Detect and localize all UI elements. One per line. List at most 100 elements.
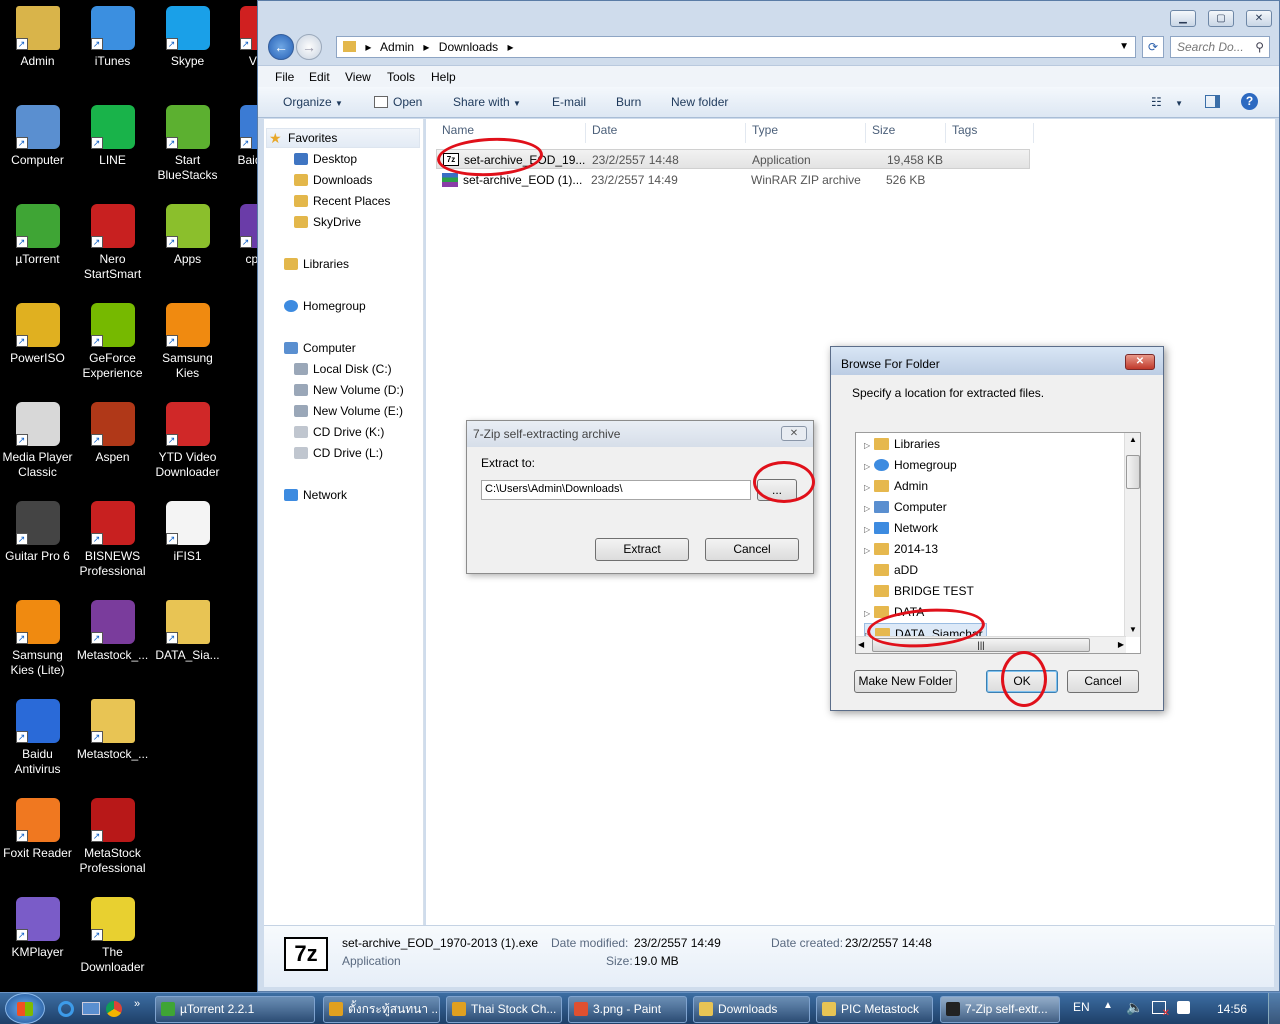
quicklaunch-overflow-icon[interactable]: » <box>134 998 140 1010</box>
taskbar-button-6[interactable]: 7-Zip self-extr... <box>940 996 1060 1023</box>
desktop-icon-metastock[interactable]: ↗ Metastock_... <box>75 594 150 663</box>
browse-cancel-button[interactable]: Cancel <box>1067 670 1139 693</box>
menu-file[interactable]: File <box>275 70 294 84</box>
taskbar-button-0[interactable]: µTorrent 2.2.1 <box>155 996 315 1023</box>
start-button[interactable] <box>5 993 45 1024</box>
browse-close-button[interactable]: ✕ <box>1125 354 1155 370</box>
clock[interactable]: 14:56 <box>1217 1002 1247 1016</box>
nav-recent-places[interactable]: Recent Places <box>294 193 390 209</box>
tray-arrow-icon[interactable]: ▲ <box>1103 1000 1113 1011</box>
organize-button[interactable]: Organize ▼ <box>283 95 343 109</box>
language-indicator[interactable]: EN <box>1073 1000 1090 1014</box>
close-button[interactable]: ✕ <box>1246 10 1272 27</box>
tree-item-computer[interactable]: ▷ Computer <box>864 497 947 518</box>
desktop-icon-geforce-experience[interactable]: ↗ GeForce Experience <box>75 297 150 381</box>
desktop-icon-data-sia[interactable]: ↗ DATA_Sia... <box>150 594 225 663</box>
view-options-icon[interactable]: ☷ ▼ <box>1151 95 1183 109</box>
tree-item-bridge-test[interactable]: BRIDGE TEST <box>864 581 974 602</box>
minimize-button[interactable]: ▁ <box>1170 10 1196 27</box>
column-type[interactable]: Type <box>746 123 866 143</box>
new-folder-button[interactable]: New folder <box>671 95 728 109</box>
nav-desktop[interactable]: Desktop <box>294 151 357 167</box>
network-tray-icon[interactable]: ✕ <box>1152 1001 1170 1019</box>
browse-title-bar[interactable]: Browse For Folder ✕ <box>831 347 1163 375</box>
dropdown-arrow-icon[interactable]: ▼ <box>1119 37 1129 57</box>
desktop-icon-samsung-kies[interactable]: ↗ Samsung Kies <box>150 297 225 381</box>
email-button[interactable]: E-mail <box>552 95 586 109</box>
help-icon[interactable]: ? <box>1241 93 1258 110</box>
search-input[interactable]: Search Do... ⚲ <box>1170 36 1270 58</box>
desktop-icon-aspen[interactable]: ↗ Aspen <box>75 396 150 465</box>
breadcrumb-admin[interactable]: Admin <box>380 40 414 54</box>
show-desktop-quicklaunch-icon[interactable] <box>82 1002 100 1015</box>
tree-item-libraries[interactable]: ▷ Libraries <box>864 434 940 455</box>
scroll-thumb[interactable] <box>1126 455 1140 489</box>
nav-favorites[interactable]: ★ Favorites <box>266 128 420 148</box>
extract-path-input[interactable]: C:\Users\Admin\Downloads\ <box>481 480 751 500</box>
desktop-icon--torrent[interactable]: ↗ µTorrent <box>0 198 75 267</box>
action-center-icon[interactable] <box>1177 1001 1190 1014</box>
menu-view[interactable]: View <box>345 70 371 84</box>
burn-button[interactable]: Burn <box>616 95 641 109</box>
menu-edit[interactable]: Edit <box>309 70 330 84</box>
desktop-icon-metastock-professional[interactable]: ↗ MetaStock Professional <box>75 792 150 876</box>
show-desktop-button[interactable] <box>1268 993 1280 1024</box>
column-size[interactable]: Size <box>866 123 946 143</box>
nav-network[interactable]: Network <box>284 487 347 503</box>
nav-computer[interactable]: Computer <box>284 340 356 356</box>
preview-pane-icon[interactable] <box>1205 95 1220 111</box>
sfx-close-button[interactable]: ✕ <box>781 426 807 441</box>
nav-drive-c[interactable]: Local Disk (C:) <box>294 361 392 377</box>
column-date[interactable]: Date <box>586 123 746 143</box>
title-bar[interactable]: ▁ ▢ ✕ <box>258 1 1279 33</box>
ie-quicklaunch-icon[interactable] <box>58 1001 74 1017</box>
taskbar-button-2[interactable]: Thai Stock Ch... <box>446 996 562 1023</box>
taskbar-button-4[interactable]: Downloads <box>693 996 810 1023</box>
column-tags[interactable]: Tags <box>946 123 1034 143</box>
scroll-up-arrow-icon[interactable]: ▲ <box>1126 433 1140 447</box>
desktop-icon-ifis1[interactable]: ↗ iFIS1 <box>150 495 225 564</box>
desktop-icon-line[interactable]: ↗ LINE <box>75 99 150 168</box>
sfx-title-bar[interactable]: 7-Zip self-extracting archive ✕ <box>467 421 813 447</box>
taskbar-button-5[interactable]: PIC Metastock <box>816 996 933 1023</box>
desktop-icon-nero-startsmart[interactable]: ↗ Nero StartSmart <box>75 198 150 282</box>
desktop-icon-admin[interactable]: ↗ Admin <box>0 0 75 69</box>
open-button[interactable]: Open <box>374 95 422 109</box>
desktop-icon-ytd-video-downloader[interactable]: ↗ YTD Video Downloader <box>150 396 225 480</box>
address-bar[interactable]: ▸ Admin ▸ Downloads ▸ ▼ <box>336 36 1136 58</box>
nav-libraries[interactable]: Libraries <box>284 256 349 272</box>
taskbar-button-3[interactable]: 3.png - Paint <box>568 996 687 1023</box>
nav-skydrive[interactable]: SkyDrive <box>294 214 361 230</box>
back-button[interactable]: ← <box>268 34 294 60</box>
scroll-down-arrow-icon[interactable]: ▼ <box>1126 623 1140 637</box>
desktop-icon-media-player-classic[interactable]: ↗ Media Player Classic <box>0 396 75 480</box>
desktop-icon-the-downloader[interactable]: ↗ The Downloader <box>75 891 150 975</box>
share-with-button[interactable]: Share with ▼ <box>453 95 521 109</box>
scroll-right-arrow-icon[interactable]: ▶ <box>1118 638 1124 652</box>
vertical-scrollbar[interactable]: ▲ ▼ <box>1124 433 1140 637</box>
taskbar-button-1[interactable]: ตั้งกระทู้สนทนา ... <box>323 996 440 1023</box>
extract-button[interactable]: Extract <box>595 538 689 561</box>
forward-button[interactable]: → <box>296 34 322 60</box>
maximize-button[interactable]: ▢ <box>1208 10 1234 27</box>
desktop-icon-itunes[interactable]: ↗ iTunes <box>75 0 150 69</box>
nav-downloads[interactable]: Downloads <box>294 172 372 188</box>
desktop-icon-start-bluestacks[interactable]: ↗ Start BlueStacks <box>150 99 225 183</box>
volume-icon[interactable]: 🔈 <box>1126 999 1143 1016</box>
sfx-cancel-button[interactable]: Cancel <box>705 538 799 561</box>
nav-drive-d[interactable]: New Volume (D:) <box>294 382 404 398</box>
desktop-icon-poweriso[interactable]: ↗ PowerISO <box>0 297 75 366</box>
nav-drive-l[interactable]: CD Drive (L:) <box>294 445 383 461</box>
nav-drive-k[interactable]: CD Drive (K:) <box>294 424 384 440</box>
chrome-quicklaunch-icon[interactable] <box>106 1001 122 1017</box>
tree-item-2014-13[interactable]: ▷ 2014-13 <box>864 539 938 560</box>
desktop-icon-computer[interactable]: ↗ Computer <box>0 99 75 168</box>
breadcrumb-downloads[interactable]: Downloads <box>439 40 498 54</box>
tree-item-homegroup[interactable]: ▷ Homegroup <box>864 455 957 476</box>
desktop-icon-baidu-antivirus[interactable]: ↗ Baidu Antivirus <box>0 693 75 777</box>
desktop-icon-apps[interactable]: ↗ Apps <box>150 198 225 267</box>
desktop-icon-bisnews-professional[interactable]: ↗ BISNEWS Professional <box>75 495 150 579</box>
tree-item-add[interactable]: aDD <box>864 560 918 581</box>
menu-help[interactable]: Help <box>431 70 456 84</box>
nav-homegroup[interactable]: Homegroup <box>284 298 366 314</box>
